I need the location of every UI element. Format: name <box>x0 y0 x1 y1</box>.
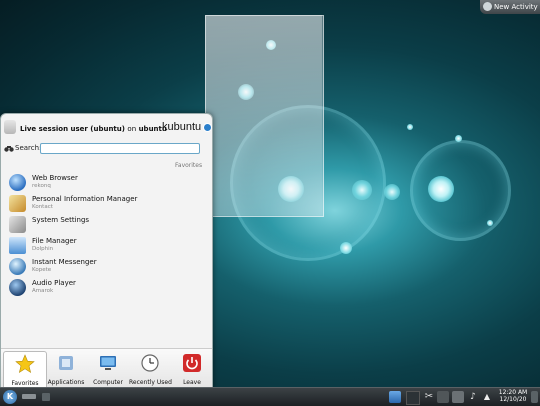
wallpaper-orb <box>407 124 413 130</box>
taskbar-panel: K ✂ ♪ ▲ 12:20 AM 12/10/20 <box>0 387 540 406</box>
applications-icon <box>59 356 73 370</box>
device-notifier-icon[interactable] <box>437 391 449 403</box>
item-subtitle: Kopete <box>32 267 52 273</box>
tab-recently-used[interactable]: Recently Used <box>129 351 172 389</box>
wallpaper-orb <box>455 135 462 142</box>
item-name: File Manager <box>32 237 77 245</box>
panel-toolbox-icon[interactable] <box>531 391 538 403</box>
menu-item-system-settings[interactable]: System Settings <box>7 215 197 234</box>
menu-header: Live session user (ubuntu) on ubuntu kub… <box>1 114 212 142</box>
activity-icon <box>483 2 492 11</box>
speaker-icon[interactable]: ♪ <box>467 391 479 403</box>
clock-icon <box>141 354 159 372</box>
item-name: Personal Information Manager <box>32 195 138 203</box>
new-activity-button[interactable]: New Activity <box>480 0 540 14</box>
settings-icon <box>9 216 26 233</box>
star-icon <box>15 354 35 374</box>
clock-time: 12:20 AM <box>498 389 528 396</box>
menu-item-pim[interactable]: Personal Information Manager Kontact <box>7 194 197 213</box>
wallpaper-orb <box>352 180 372 200</box>
menu-item-web-browser[interactable]: Web Browser rekonq <box>7 173 197 192</box>
menu-item-audio-player[interactable]: Audio Player Amarok <box>7 278 197 297</box>
user-name: Live session user (ubuntu) <box>20 125 125 133</box>
brand-logo-text: kubuntu <box>162 121 202 133</box>
item-name: Audio Player <box>32 279 76 287</box>
tab-label: Applications <box>47 379 85 386</box>
tab-label: Favorites <box>11 380 39 387</box>
amarok-icon <box>9 279 26 296</box>
kontact-icon <box>9 195 26 212</box>
wallpaper-orb <box>428 176 454 202</box>
tab-label: Recently Used <box>129 379 172 386</box>
item-name: Instant Messenger <box>32 258 97 266</box>
item-subtitle: Kontact <box>32 204 53 210</box>
wallpaper-bubble <box>410 140 511 241</box>
display-icon[interactable] <box>389 391 401 403</box>
user-info: Live session user (ubuntu) on ubuntu <box>20 125 167 133</box>
wallpaper-orb <box>487 220 493 226</box>
brand-logo-icon <box>203 123 212 132</box>
search-label: Search: <box>15 144 42 152</box>
power-icon <box>183 354 201 372</box>
search-input[interactable] <box>40 143 200 154</box>
new-activity-label: New Activity <box>494 3 538 11</box>
tab-label: Leave <box>183 379 201 386</box>
tab-applications[interactable]: Applications <box>45 351 87 389</box>
menu-item-file-manager[interactable]: File Manager Dolphin <box>7 236 197 255</box>
computer-icon <box>100 356 116 370</box>
user-on-label: on <box>127 125 137 133</box>
tab-favorites[interactable]: Favorites <box>3 351 47 391</box>
item-name: Web Browser <box>32 174 78 182</box>
chat-icon <box>9 258 26 275</box>
globe-icon <box>9 174 26 191</box>
application-launcher-menu: Live session user (ubuntu) on ubuntu kub… <box>0 113 213 391</box>
klipper-icon[interactable] <box>406 391 420 405</box>
binoculars-icon <box>4 146 14 152</box>
launcher-tab-bar: Favorites Applications Computer Recently… <box>1 348 213 391</box>
item-subtitle: Dolphin <box>32 246 54 252</box>
tab-computer[interactable]: Computer <box>87 351 129 389</box>
wallpaper-orb <box>384 184 400 200</box>
translucent-panel-gloss <box>205 15 322 215</box>
item-subtitle: rekonq <box>32 183 51 189</box>
tab-label: Computer <box>93 379 123 386</box>
network-icon[interactable] <box>452 391 464 403</box>
tab-leave[interactable]: Leave <box>171 351 213 389</box>
item-subtitle: Amarok <box>32 288 54 294</box>
kickoff-launcher-button[interactable]: K <box>3 390 17 404</box>
user-avatar <box>4 120 16 134</box>
item-name: System Settings <box>32 216 90 224</box>
show-desktop-icon[interactable] <box>42 393 50 401</box>
expand-tray-icon[interactable]: ▲ <box>481 391 493 403</box>
clock[interactable]: 12:20 AM 12/10/20 <box>496 389 530 403</box>
section-title: Favorites <box>175 162 203 169</box>
scissors-icon[interactable]: ✂ <box>423 391 435 403</box>
pager-icon[interactable] <box>22 394 36 399</box>
folder-icon <box>9 237 26 254</box>
wallpaper-orb <box>340 242 352 254</box>
menu-item-instant-messenger[interactable]: Instant Messenger Kopete <box>7 257 197 276</box>
clock-date: 12/10/20 <box>499 396 527 403</box>
